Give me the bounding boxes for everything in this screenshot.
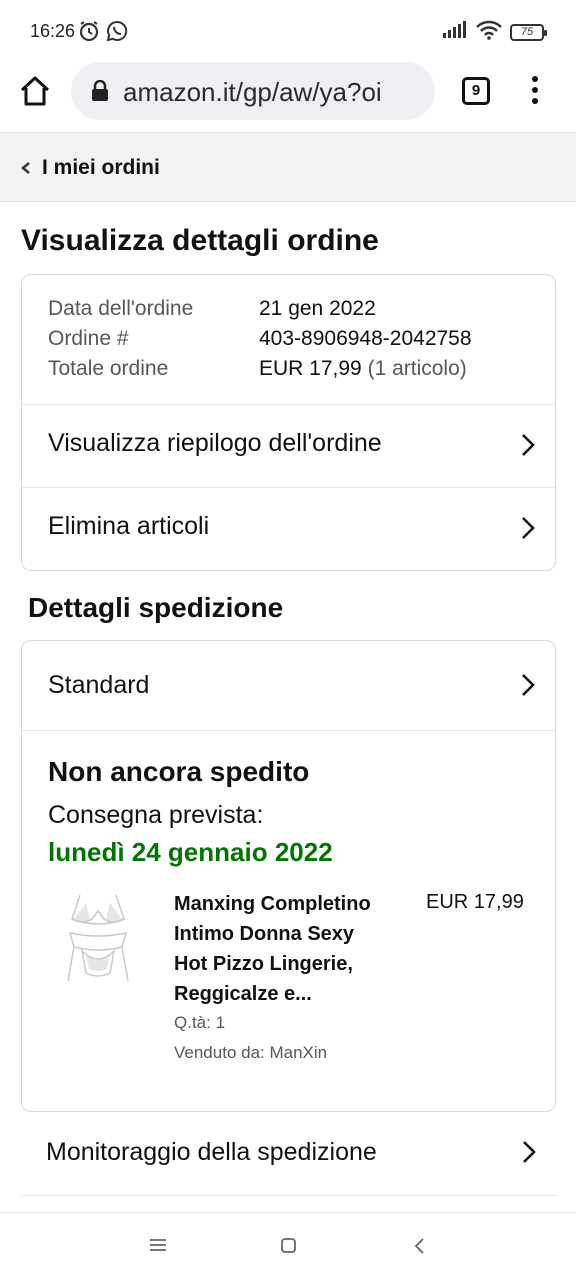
product-title-line: Intimo Donna Sexy xyxy=(174,923,355,945)
chevron-right-icon xyxy=(521,433,535,462)
shipping-method-label: Standard xyxy=(48,671,150,699)
battery-icon: 75 xyxy=(510,24,547,41)
shipment-card: Standard Non ancora spedito Consegna pre… xyxy=(21,640,556,1112)
order-total-row: Totale ordine EUR 17,99 (1 articolo) xyxy=(48,357,472,387)
status-bar: 16:26 75 xyxy=(0,0,576,62)
back-to-orders-link[interactable]: I miei ordini xyxy=(0,132,576,202)
order-total-amount: EUR 17,99 xyxy=(259,357,362,380)
order-date-value: 21 gen 2022 xyxy=(259,297,376,320)
chevron-right-icon xyxy=(521,516,535,545)
order-summary-card: Data dell'ordine 21 gen 2022 Ordine # 40… xyxy=(21,274,556,571)
status-right-group: 75 xyxy=(442,20,547,45)
order-total-value: EUR 17,99 (1 articolo) xyxy=(259,357,467,387)
recent-apps-icon[interactable] xyxy=(149,1237,167,1258)
lock-icon xyxy=(91,79,109,107)
alarm-icon xyxy=(78,20,100,47)
back-nav-icon[interactable] xyxy=(413,1237,425,1260)
shipping-details-title: Dettagli spedizione xyxy=(28,592,284,623)
order-number-label: Ordine # xyxy=(48,327,129,350)
home-nav-icon[interactable] xyxy=(280,1237,297,1259)
browser-toolbar: amazon.it/gp/aw/ya?oi 9 xyxy=(0,62,576,132)
system-navigation-bar xyxy=(0,1212,576,1280)
order-date-label: Data dell'ordine xyxy=(48,297,194,320)
order-number-value: 403-8906948-2042758 xyxy=(259,327,472,350)
order-info-table: Data dell'ordine 21 gen 2022 Ordine # 40… xyxy=(48,297,472,387)
chevron-right-icon xyxy=(521,673,535,702)
product-title[interactable]: Manxing Completino Intimo Donna Sexy Hot… xyxy=(174,889,404,1009)
url-text[interactable]: amazon.it/gp/aw/ya?oi xyxy=(123,77,427,108)
home-icon[interactable] xyxy=(18,74,52,108)
view-order-summary-link[interactable]: Visualizza riepilogo dell'ordine xyxy=(22,404,555,487)
product-title-line: Hot Pizzo Lingerie, xyxy=(174,953,353,975)
shipment-status: Non ancora spedito xyxy=(48,756,310,787)
back-nav-label: I miei ordini xyxy=(42,156,160,179)
order-number-row: Ordine # 403-8906948-2042758 xyxy=(48,327,472,357)
signal-icon xyxy=(442,21,468,44)
address-bar[interactable]: amazon.it/gp/aw/ya?oi xyxy=(71,62,435,120)
view-order-summary-label: Visualizza riepilogo dell'ordine xyxy=(48,429,382,457)
estimated-delivery-date: lunedì 24 gennaio 2022 xyxy=(48,837,333,867)
track-shipment-link[interactable]: Monitoraggio della spedizione xyxy=(21,1112,556,1196)
order-item-count: (1 articolo) xyxy=(367,357,467,380)
chevron-left-icon xyxy=(20,161,32,180)
product-seller: Venduto da: ManXin xyxy=(174,1043,328,1062)
status-time: 16:26 xyxy=(30,21,76,41)
product-image[interactable] xyxy=(58,889,138,989)
tab-switcher-button[interactable]: 9 xyxy=(462,77,490,105)
shipping-method-link[interactable]: Standard xyxy=(22,641,555,731)
chevron-right-icon xyxy=(522,1140,536,1169)
estimated-delivery-label: Consegna prevista: xyxy=(48,801,264,829)
track-shipment-label: Monitoraggio della spedizione xyxy=(46,1138,377,1166)
product-title-line: Manxing Completino xyxy=(174,893,371,915)
order-total-label: Totale ordine xyxy=(48,357,169,380)
order-date-row: Data dell'ordine 21 gen 2022 xyxy=(48,297,472,327)
wifi-icon xyxy=(476,20,502,45)
product-price: EUR 17,99 xyxy=(426,891,524,913)
more-options-icon[interactable] xyxy=(530,76,540,106)
whatsapp-icon xyxy=(106,20,128,47)
product-quantity: Q.tà: 1 xyxy=(174,1013,226,1032)
page-title: Visualizza dettagli ordine xyxy=(21,224,379,257)
product-title-line: Reggicalze e... xyxy=(174,983,312,1005)
delete-items-label: Elimina articoli xyxy=(48,512,210,540)
delete-items-link[interactable]: Elimina articoli xyxy=(22,487,555,570)
